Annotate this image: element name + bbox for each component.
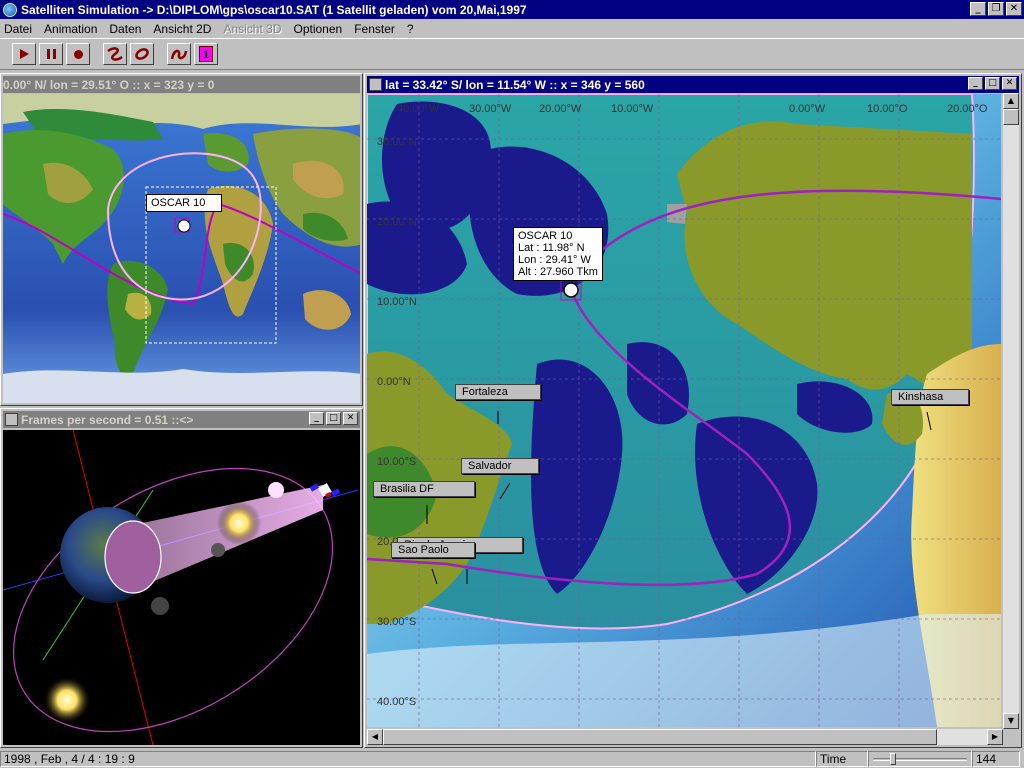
- lon-label-10o: 10.00°O: [867, 103, 908, 115]
- orbit-button[interactable]: [103, 43, 127, 65]
- world-map-caption[interactable]: 0.00° N/ lon = 29.51° O :: x = 323 y = 0: [3, 76, 360, 93]
- pause-icon: [46, 49, 56, 59]
- detail-map-caption[interactable]: lat = 33.42° S/ lon = 11.54° W :: x = 34…: [367, 76, 1019, 93]
- scroll-left-button[interactable]: ◀: [367, 729, 383, 745]
- detail-map-vscroll[interactable]: ▲ ▼: [1003, 93, 1019, 729]
- detail-map-minimize-button[interactable]: _: [968, 77, 983, 90]
- city-label-kinshasa: Kinshasa: [891, 389, 969, 405]
- lat-label-30s: 30.00°S: [377, 616, 417, 628]
- time-slider-track: [873, 758, 967, 761]
- menu-daten[interactable]: Daten: [109, 22, 141, 36]
- orbit-loop-button[interactable]: [130, 43, 154, 65]
- status-value: 144: [972, 751, 1020, 767]
- lat-label-30n: 30.00°N: [377, 136, 417, 148]
- menu-datei[interactable]: Datei: [4, 22, 32, 36]
- scroll-right-button[interactable]: ▶: [987, 729, 1003, 745]
- status-bar: 1998 , Feb , 4 / 4 : 19 : 9 Time 144: [0, 750, 1024, 768]
- lat-label-0n: 0.00°N: [377, 376, 411, 388]
- menu-fenster[interactable]: Fenster: [354, 22, 395, 36]
- world-map-window[interactable]: 0.00° N/ lon = 29.51° O :: x = 323 y = 0: [0, 73, 363, 406]
- lon-label-10w: 10.00°W: [611, 103, 654, 115]
- record-icon: [73, 49, 83, 59]
- play-button[interactable]: [12, 43, 36, 65]
- lat-label-10s: 10.00°S: [377, 456, 417, 468]
- city-label-fortaleza: Fortaleza: [455, 384, 541, 400]
- satellite-track-icon: [170, 49, 188, 60]
- minimize-button[interactable]: _: [970, 2, 986, 16]
- lon-label-20o: 20.00°O: [947, 103, 988, 115]
- orbit-3d-maximize-button[interactable]: □: [326, 412, 341, 425]
- record-button[interactable]: [66, 43, 90, 65]
- city-label-salvador: Salvador: [461, 458, 539, 474]
- menu-bar: Datei Animation Daten Ansicht 2D Ansicht…: [0, 19, 1024, 38]
- menu-optionen[interactable]: Optionen: [293, 22, 342, 36]
- toolbar: 1: [0, 38, 1024, 70]
- satellite-track-button[interactable]: [167, 43, 191, 65]
- orbit-3d-title: Frames per second = 0.51 ::<>: [21, 412, 194, 427]
- menu-animation[interactable]: Animation: [44, 22, 97, 36]
- lat-label-20n: 20.00°N: [377, 216, 417, 228]
- play-icon: [19, 49, 29, 59]
- menu-ansicht-2d[interactable]: Ansicht 2D: [153, 22, 211, 36]
- detail-map-hscroll[interactable]: ◀ ▶: [367, 729, 1003, 745]
- status-time-label: Time: [816, 751, 868, 767]
- lon-label-20w: 20.00°W: [539, 103, 582, 115]
- scroll-up-button[interactable]: ▲: [1003, 93, 1019, 109]
- detail-map-window[interactable]: lat = 33.42° S/ lon = 11.54° W :: x = 34…: [364, 73, 1022, 748]
- orbit-3d-window[interactable]: Frames per second = 0.51 ::<> _ □ ✕: [0, 408, 363, 748]
- restore-button[interactable]: ❐: [988, 2, 1004, 16]
- world-map-image: [3, 94, 360, 403]
- window-icon: [369, 78, 382, 91]
- satellite-lon: Lon : 29.41° W: [518, 254, 591, 266]
- lat-label-40s: 40.00°S: [377, 696, 417, 708]
- orbit-3d-caption[interactable]: Frames per second = 0.51 ::<> _ □ ✕: [3, 411, 360, 428]
- one-icon: 1: [199, 46, 213, 62]
- orbit-3d-close-button[interactable]: ✕: [343, 412, 358, 425]
- lat-label-10n: 10.00°N: [377, 296, 417, 308]
- app-title-bar[interactable]: Satelliten Simulation -> D:\DIPLOM\gps\o…: [0, 0, 1024, 19]
- globe-icon: [3, 2, 17, 17]
- time-slider[interactable]: [868, 751, 972, 767]
- one-satellite-button[interactable]: 1: [194, 43, 218, 65]
- detail-map-maximize-button[interactable]: □: [985, 77, 1000, 90]
- menu-ansicht-3d[interactable]: Ansicht 3D: [223, 22, 281, 36]
- orbit-3d-minimize-button[interactable]: _: [309, 412, 324, 425]
- orbit-loop-icon: [135, 48, 149, 60]
- lon-label-40w: 40.00°W: [397, 103, 440, 115]
- world-map-title: 0.00° N/ lon = 29.51° O :: x = 323 y = 0: [3, 77, 215, 92]
- detail-map-close-button[interactable]: ✕: [1002, 77, 1017, 90]
- lon-label-30w: 30.00°W: [469, 103, 512, 115]
- orbit-3d-canvas[interactable]: [3, 430, 360, 745]
- scroll-down-button[interactable]: ▼: [1003, 713, 1019, 729]
- satellite-name: OSCAR 10: [518, 230, 573, 242]
- pause-button[interactable]: [39, 43, 63, 65]
- menu-help[interactable]: ?: [407, 22, 414, 36]
- city-label-sao-paolo: Sao Paolo: [391, 542, 475, 558]
- satellite-lat: Lat : 11.98° N: [518, 242, 585, 254]
- world-satellite-label: OSCAR 10: [146, 194, 222, 212]
- city-label-brasilia: Brasilia DF: [373, 481, 475, 497]
- status-datetime: 1998 , Feb , 4 / 4 : 19 : 9: [0, 751, 816, 767]
- orbit-3d-scene: [3, 430, 359, 745]
- window-icon: [5, 413, 18, 426]
- world-map-canvas[interactable]: OSCAR 10: [3, 94, 360, 403]
- satellite-info-box: OSCAR 10 Lat : 11.98° N Lon : 29.41° W A…: [513, 227, 603, 281]
- lon-label-0w: 0.00°W: [789, 103, 826, 115]
- app-title: Satelliten Simulation -> D:\DIPLOM\gps\o…: [21, 2, 527, 17]
- hscroll-thumb[interactable]: [383, 729, 937, 745]
- detail-map-title: lat = 33.42° S/ lon = 11.54° W :: x = 34…: [385, 77, 645, 92]
- vscroll-thumb[interactable]: [1003, 109, 1019, 125]
- close-button[interactable]: ✕: [1006, 2, 1022, 16]
- detail-map-image: [367, 94, 1002, 727]
- time-slider-thumb[interactable]: [890, 753, 897, 765]
- satellite-alt: Alt : 27.960 Tkm: [518, 266, 598, 278]
- detail-map-canvas[interactable]: 40.00°W 30.00°W 20.00°W 10.00°W 0.00°W 1…: [367, 94, 1003, 729]
- orbit-icon: [107, 47, 123, 61]
